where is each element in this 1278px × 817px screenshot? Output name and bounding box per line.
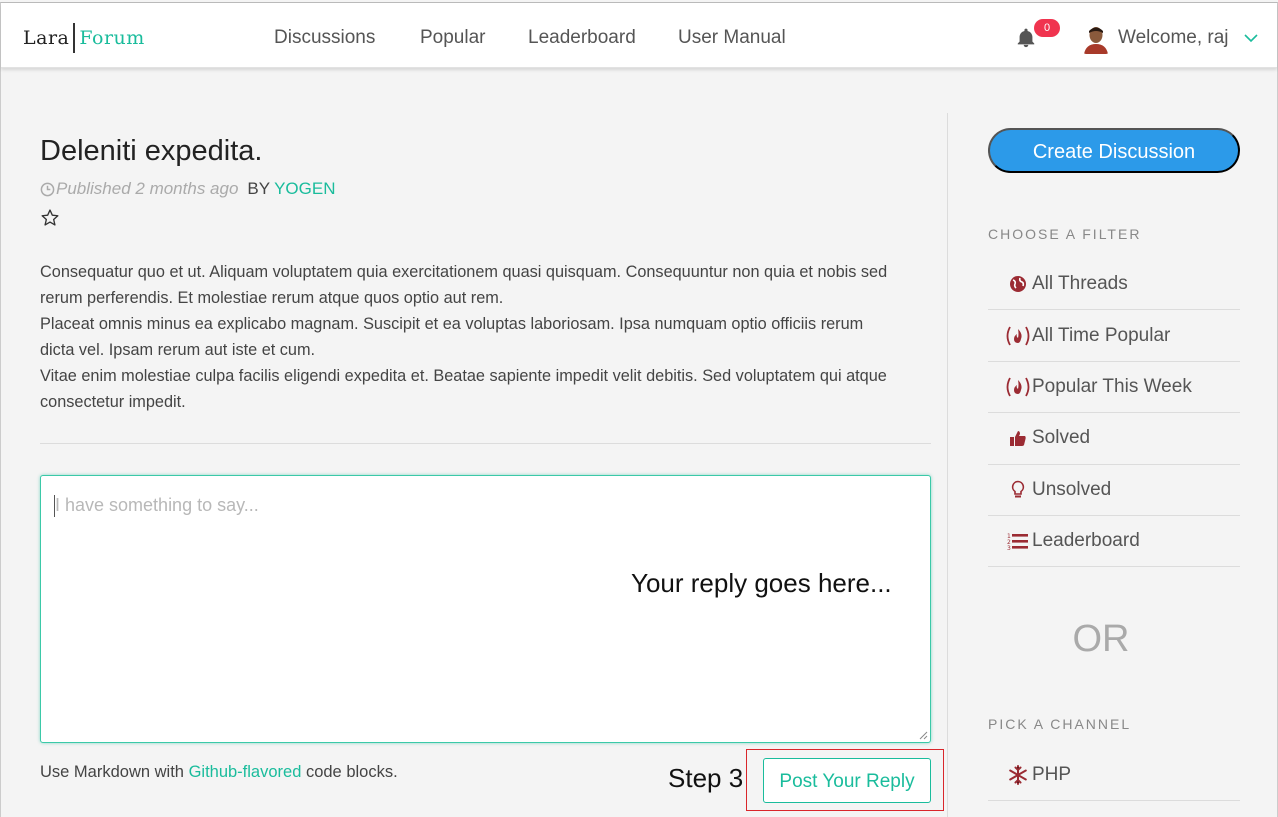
thread-meta: Published 2 months ago BY YOGEN	[40, 179, 336, 199]
create-discussion-button[interactable]: Create Discussion	[988, 128, 1240, 173]
chevron-down-icon[interactable]	[1243, 32, 1259, 44]
filter-label: All Time Popular	[1032, 324, 1171, 346]
notification-badge: 0	[1034, 19, 1060, 37]
avatar-image	[1083, 24, 1109, 54]
resize-handle-icon[interactable]	[918, 730, 928, 740]
markdown-note: Use Markdown with Github-flavored code b…	[40, 763, 398, 782]
body-paragraph: Vitae enim molestiae culpa facilis elige…	[40, 367, 887, 411]
filter-leaderboard[interactable]: 123 Leaderboard	[988, 516, 1240, 568]
avatar[interactable]	[1083, 24, 1109, 54]
nav-discussions[interactable]: Discussions	[274, 27, 375, 49]
filter-label: Solved	[1032, 427, 1091, 449]
star-icon[interactable]	[40, 208, 60, 228]
welcome-user[interactable]: Welcome, raj	[1118, 27, 1229, 49]
snowflake-icon	[1004, 764, 1032, 786]
filter-label: Unsolved	[1032, 478, 1112, 500]
text-caret	[54, 495, 55, 517]
filter-all-time-popular[interactable]: All Time Popular	[988, 310, 1240, 362]
filter-list: All Threads All Time Popular Popular Thi…	[988, 259, 1240, 568]
filter-all-threads[interactable]: All Threads	[988, 259, 1240, 311]
channel-list: PHP	[988, 750, 1240, 802]
filter-popular-this-week[interactable]: Popular This Week	[988, 362, 1240, 414]
body-paragraph: Consequatur quo et ut. Aliquam voluptate…	[40, 263, 888, 307]
filter-solved[interactable]: Solved	[988, 413, 1240, 465]
filter-heading: CHOOSE A FILTER	[988, 226, 1142, 242]
list-icon: 123	[1004, 530, 1032, 552]
logo-separator	[73, 23, 76, 53]
or-separator: OR	[1072, 618, 1130, 660]
reply-textarea[interactable]: I have something to say... Your reply go…	[40, 475, 931, 743]
reply-hint-annotation: Your reply goes here...	[631, 568, 892, 598]
nav-leaderboard[interactable]: Leaderboard	[528, 27, 636, 49]
nav-popular[interactable]: Popular	[420, 27, 486, 49]
by-label: BY	[247, 179, 271, 198]
author-link[interactable]: YOGEN	[274, 179, 335, 199]
step-label-annotation: Step 3	[668, 763, 744, 793]
sidebar-divider	[947, 113, 948, 817]
markdown-prefix: Use Markdown with	[40, 763, 189, 781]
thumbs-up-icon	[1004, 427, 1032, 449]
nav-user-manual[interactable]: User Manual	[678, 27, 786, 49]
filter-label: Popular This Week	[1032, 375, 1192, 397]
svg-text:3: 3	[1007, 545, 1011, 551]
site-logo[interactable]: Lara Forum	[23, 21, 145, 55]
channel-php[interactable]: PHP	[988, 750, 1240, 802]
published-time: Published 2 months ago	[56, 179, 239, 198]
thread-title: Deleniti expedita.	[40, 135, 263, 167]
top-navbar: Lara Forum Discussions Popular Leaderboa…	[1, 3, 1277, 68]
body-paragraph: Placeat omnis minus ea explicabo magnam.…	[40, 315, 864, 359]
filter-label: All Threads	[1032, 273, 1128, 295]
lightbulb-icon	[1004, 479, 1032, 501]
fire-icon	[1004, 376, 1032, 398]
clock-icon	[40, 182, 55, 196]
post-reply-button[interactable]: Post Your Reply	[763, 758, 931, 803]
logo-forum: Forum	[79, 27, 145, 49]
channel-label: PHP	[1032, 764, 1072, 786]
logo-lara: Lara	[23, 27, 70, 49]
globe-icon	[1004, 273, 1032, 295]
reply-placeholder: I have something to say...	[55, 495, 259, 515]
filter-label: Leaderboard	[1032, 530, 1140, 552]
divider	[40, 443, 931, 444]
markdown-suffix: code blocks.	[301, 763, 398, 781]
thread-body: Consequatur quo et ut. Aliquam voluptate…	[40, 259, 892, 415]
channel-heading: PICK A CHANNEL	[988, 716, 1132, 732]
github-flavored-link[interactable]: Github-flavored	[189, 763, 302, 781]
fire-icon	[1004, 325, 1032, 347]
filter-unsolved[interactable]: Unsolved	[988, 465, 1240, 516]
